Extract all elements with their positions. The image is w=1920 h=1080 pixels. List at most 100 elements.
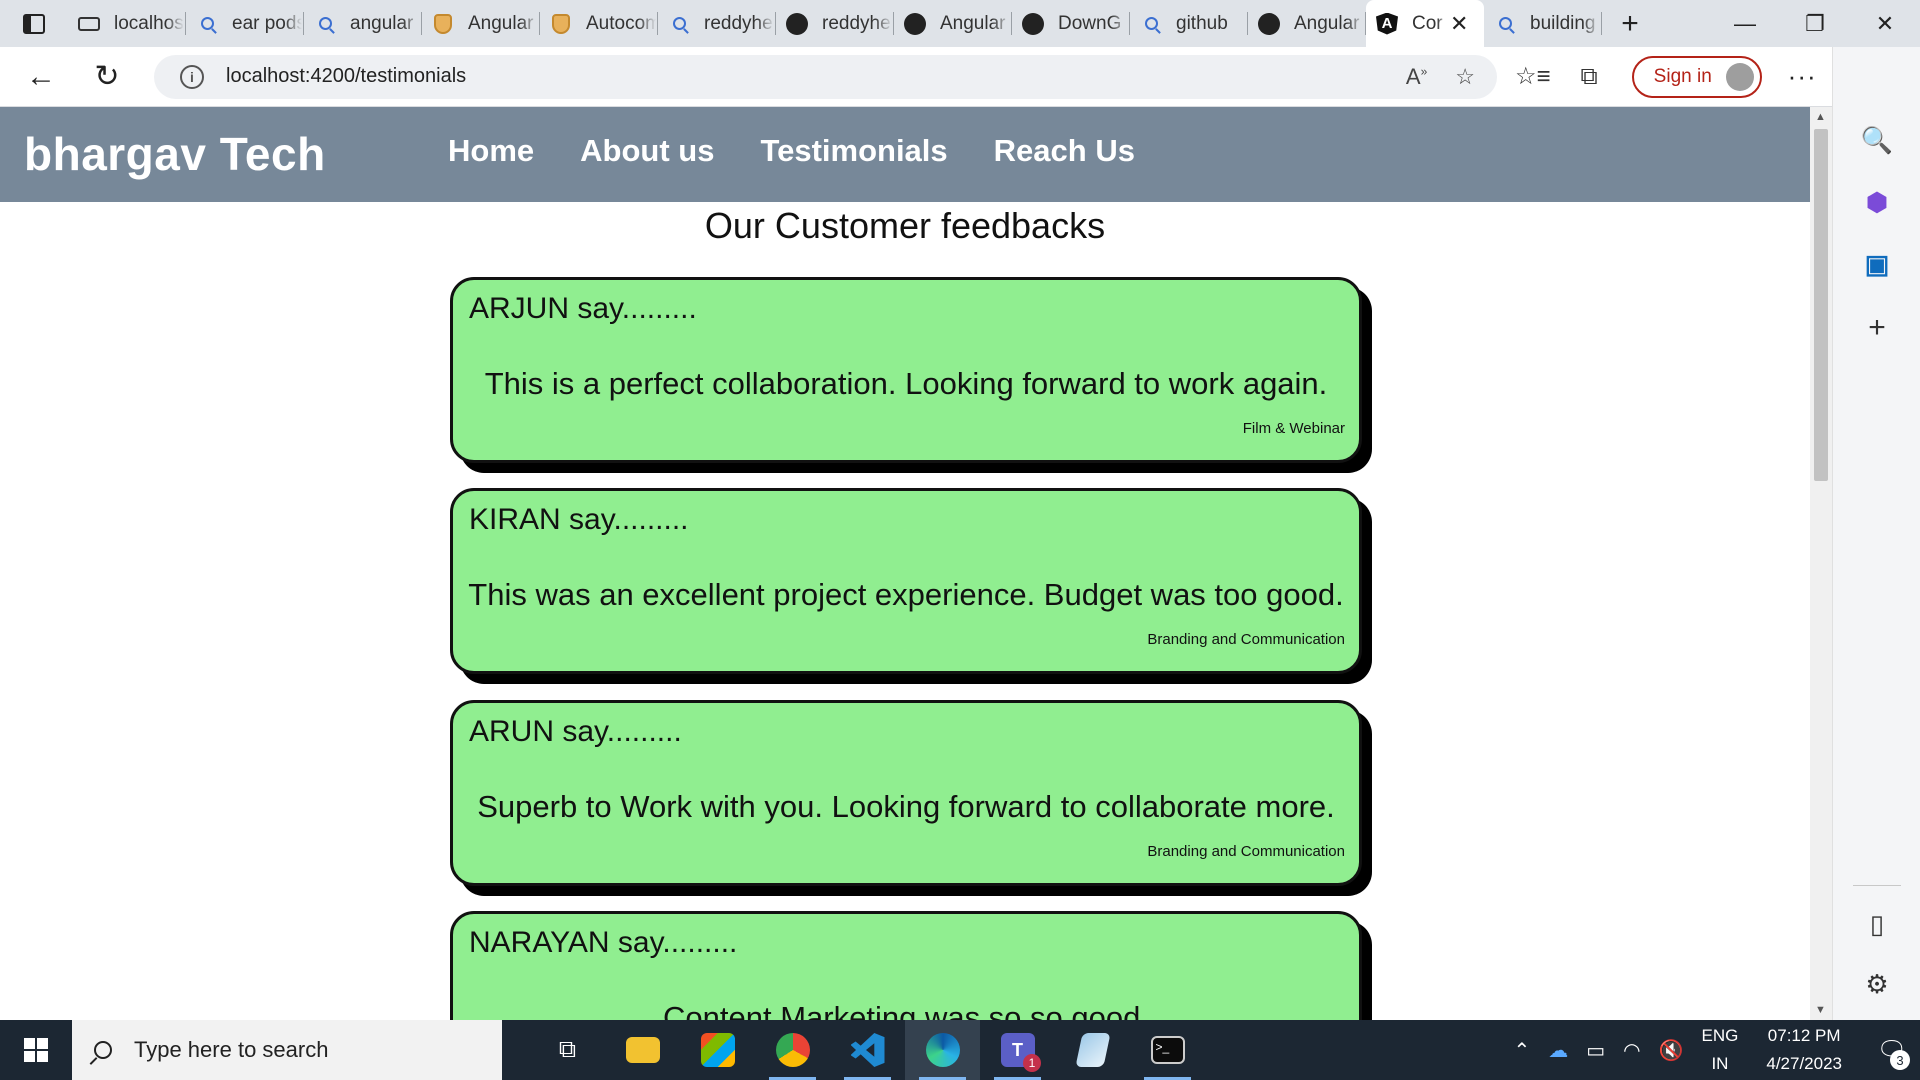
hide-sidebar-icon[interactable]: ▯ [1833,909,1920,940]
settings-gear-icon[interactable]: ⚙ [1833,969,1920,1000]
site-navbar: bhargav Tech Home About us Testimonials … [0,107,1810,202]
address-bar[interactable]: i localhost:4200/testimonials A» ☆ [154,54,1497,99]
search-icon [1494,13,1516,35]
restore-button[interactable]: ❐ [1780,0,1850,47]
wifi-icon[interactable]: ◠ [1623,1038,1640,1063]
github-icon [786,12,808,35]
taskbar-teams[interactable]: T 1 [980,1020,1055,1080]
notification-center-button[interactable]: 🗨 3 [1864,1020,1920,1080]
page-scrollbar[interactable]: ▲ ▼ [1810,107,1832,1020]
show-hidden-icons-icon[interactable]: ⌃ [1513,1038,1530,1063]
close-window-button[interactable]: ✕ [1850,0,1920,47]
clock-date: 4/27/2023 [1766,1054,1842,1073]
browser-tab[interactable]: localhost [68,0,186,47]
nav-link-about[interactable]: About us [580,133,714,169]
browser-tab[interactable]: Angular [422,0,540,47]
page-title: Our Customer feedbacks [704,205,1106,246]
new-tab-button[interactable]: + [1602,7,1658,41]
taskbar-microsoft-store[interactable] [680,1020,755,1080]
github-icon [1022,12,1044,35]
github-icon [1258,12,1280,35]
browser-tab[interactable]: ear pods [186,0,304,47]
read-aloud-icon[interactable]: A» [1406,64,1427,90]
sign-in-button[interactable]: Sign in [1631,55,1762,98]
taskbar-file-explorer[interactable] [605,1020,680,1080]
chrome-icon [775,1033,810,1067]
onedrive-icon[interactable]: ☁ [1548,1038,1568,1063]
testimonial-message: This was an excellent project experience… [468,577,1344,612]
tab-actions-button[interactable] [0,0,68,47]
add-sidebar-app-icon[interactable]: + [1833,311,1920,345]
github-icon [904,12,926,35]
outlook-icon[interactable]: ▣ [1833,249,1920,280]
tab-actions-icon [23,13,45,34]
battery-icon[interactable]: ▭ [1586,1038,1605,1063]
file-explorer-icon [625,1037,660,1063]
nav-link-reach-us[interactable]: Reach Us [994,133,1135,169]
refresh-button[interactable]: ↻ [74,47,140,107]
scrollbar-thumb[interactable] [1814,129,1828,481]
minimize-button[interactable]: — [1710,0,1780,47]
language-indicator[interactable]: ENG IN [1702,1022,1739,1078]
testimonial-message: Content Marketing was so so good. [663,1000,1149,1020]
language-code: ENG [1701,1026,1739,1045]
browser-tab[interactable]: DownG [1012,0,1130,47]
url-text[interactable]: localhost:4200/testimonials [226,65,466,88]
testimonial-author: KIRAN say......... [469,503,689,536]
testimonial-category: Branding and Communication [1147,631,1345,648]
windows-logo-icon [24,1038,48,1062]
close-tab-icon[interactable]: ✕ [1450,11,1468,37]
task-view-button[interactable]: ⧉ [530,1020,605,1080]
store-icon [700,1033,735,1067]
testimonial-card: ARUN say......... Superb to Work with yo… [450,700,1362,886]
notification-badge: 3 [1890,1050,1910,1070]
avatar [1725,62,1754,91]
browser-tab[interactable]: reddyhe [658,0,776,47]
taskbar-chrome[interactable] [755,1020,830,1080]
toolbar-icons: ☆≡ ⧉ [1515,62,1598,91]
angular-icon: A [1376,12,1398,35]
browser-tab[interactable]: building [1484,0,1602,47]
testimonial-author: NARAYAN say......... [469,926,738,959]
scroll-up-icon[interactable]: ▲ [1815,111,1826,123]
taskbar-search-placeholder: Type here to search [134,1037,329,1062]
browser-tab[interactable]: github [1130,0,1248,47]
testimonial-category: Film & Webinar [1242,420,1345,437]
browser-tab-active[interactable]: A Cor ✕ [1366,0,1484,47]
collections-icon[interactable]: ⧉ [1581,63,1598,91]
nav-link-home[interactable]: Home [448,133,534,169]
browser-tab[interactable]: Autocomplete [540,0,658,47]
browser-tab[interactable]: Angular [1248,0,1366,47]
start-button[interactable] [0,1020,72,1080]
testimonial-card: NARAYAN say......... Content Marketing w… [450,911,1362,1020]
volume-muted-icon[interactable]: 🔇 [1659,1038,1684,1063]
clock[interactable]: 07:12 PM 4/27/2023 [1766,1022,1842,1078]
nav-link-testimonials[interactable]: Testimonials [760,133,947,169]
browser-tab[interactable]: Angular [894,0,1012,47]
taskbar-search-box[interactable]: Type here to search [72,1020,502,1080]
site-brand[interactable]: bhargav Tech [24,127,326,181]
sidebar-tools-icon[interactable]: ⬢ [1833,187,1920,218]
testimonial-message: This is a perfect collaboration. Looking… [484,366,1328,401]
taskbar-vscode[interactable] [830,1020,905,1080]
browser-toolbar: ← ↻ i localhost:4200/testimonials A» ☆ ☆… [0,47,1920,107]
browser-tab[interactable]: reddyhe [776,0,894,47]
taskbar-terminal[interactable]: >_ [1130,1020,1205,1080]
address-bar-actions: A» ☆ [1406,55,1475,99]
sidebar-divider [1853,885,1901,886]
edge-sidebar: 🔍 ⬢ ▣ + ▯ ⚙ [1832,47,1920,1020]
search-icon [1140,13,1162,35]
add-favorite-icon[interactable]: ☆ [1455,64,1475,90]
site-info-icon[interactable]: i [180,64,204,89]
favorites-icon[interactable]: ☆≡ [1515,62,1551,91]
taskbar-notes-app[interactable] [1055,1020,1130,1080]
more-menu-icon[interactable]: ··· [1788,61,1817,92]
sign-in-label: Sign in [1653,65,1712,87]
taskbar-edge[interactable] [905,1020,980,1080]
back-button[interactable]: ← [8,47,74,107]
browser-tab[interactable]: angular [304,0,422,47]
sidebar-search-icon[interactable]: 🔍 [1833,125,1920,156]
scroll-down-icon[interactable]: ▼ [1815,1004,1826,1016]
language-region: IN [1711,1054,1729,1073]
page-viewport: bhargav Tech Home About us Testimonials … [0,107,1810,1020]
